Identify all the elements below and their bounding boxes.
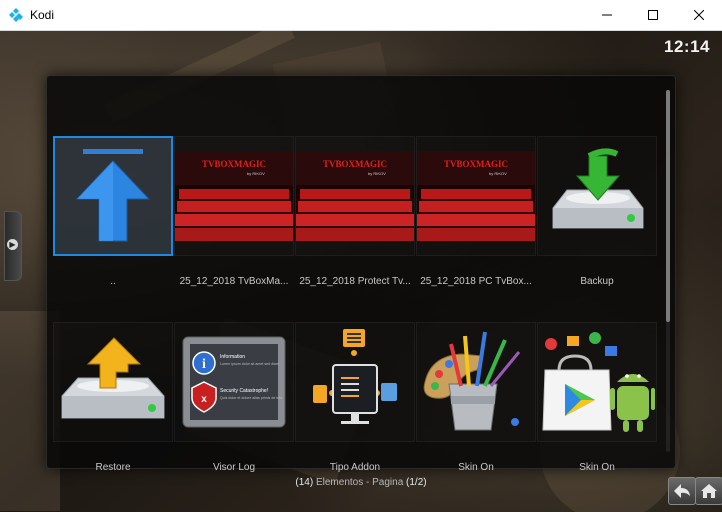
tile-art (537, 322, 657, 442)
home-button[interactable] (695, 477, 722, 505)
item-count: (14) (295, 477, 314, 488)
thumbnail-subtitle: by RIKOV (368, 171, 386, 176)
scrollbar-thumb[interactable] (666, 90, 670, 322)
grid-item-backup[interactable]: Backup (537, 136, 657, 308)
addon-type-icon (313, 329, 397, 424)
drive-download-icon (552, 148, 644, 229)
window-title: Kodi (30, 8, 55, 22)
tile-label: Visor Log (212, 462, 256, 473)
home-icon (701, 484, 717, 498)
paint-brushes-icon (423, 331, 521, 431)
maximize-button[interactable] (630, 0, 676, 30)
log-title-info: Information (220, 354, 245, 360)
grid-item-backup-file[interactable]: TVBOXMAGIC by RIKOV 25_12_2018 PC TvBox.… (416, 136, 536, 308)
tile-art (53, 136, 173, 256)
grid-item-backup-file[interactable]: TVBOXMAGIC by RIKOV 25_12_2018 TvBoxMa..… (174, 136, 294, 308)
back-arrow-icon (674, 484, 690, 498)
log-title-security: Security Catastrophe! (220, 388, 268, 394)
tile-art (416, 322, 536, 442)
tile-art (53, 322, 173, 442)
clock: 12:14 (664, 37, 710, 56)
back-button[interactable] (668, 477, 696, 505)
cinema-thumbnail: TVBOXMAGIC by RIKOV (175, 151, 293, 241)
thumbnail-subtitle: by RIKOV (247, 171, 265, 176)
drive-upload-icon (61, 337, 165, 419)
svg-text:x: x (201, 394, 207, 405)
svg-text:i: i (202, 357, 206, 372)
tile-art (295, 322, 415, 442)
tile-art: TVBOXMAGIC by RIKOV (174, 136, 294, 256)
maximize-icon (648, 10, 658, 20)
grid-item-skin-on[interactable]: Skin On (416, 322, 536, 494)
kodi-logo-icon (9, 8, 23, 22)
chevron-right-icon: ▶ (7, 239, 18, 250)
arrow-up-icon (75, 148, 151, 241)
grid-item-addon-type[interactable]: Tipo Addon (295, 322, 415, 494)
cinema-thumbnail: TVBOXMAGIC by RIKOV (296, 151, 414, 241)
page-indicator: (1/2) (406, 477, 427, 488)
tile-art: TVBOXMAGIC by RIKOV (416, 136, 536, 256)
tile-label: Skin On (579, 462, 615, 473)
log-viewer-icon: i Information Lorem ipsum dolor sit amet… (182, 336, 286, 428)
item-count-footer: (14) Elementos - Pagina (1/2) (0, 477, 722, 488)
tile-art: i Information Lorem ipsum dolor sit amet… (174, 322, 294, 442)
log-body-info: Lorem ipsum dolor sit amet sed diam (220, 362, 279, 366)
tile-label: Restore (95, 462, 131, 473)
tile-art (537, 136, 657, 256)
kodi-app-area: 12:14 ▶ .. TVBOXMAGIC by RIKOV 25_12_201… (0, 31, 722, 512)
item-count-label: Elementos - Pagina (313, 477, 407, 488)
thumbnail-title: TVBOXMAGIC (323, 159, 387, 169)
tile-label: .. (110, 276, 116, 287)
cinema-thumbnail: TVBOXMAGIC by RIKOV (417, 151, 535, 241)
close-button[interactable] (676, 0, 722, 30)
window-title-bar: Kodi (0, 0, 722, 31)
file-browser-panel: .. TVBOXMAGIC by RIKOV 25_12_2018 TvBoxM… (46, 75, 676, 473)
grid-item-backup-file[interactable]: TVBOXMAGIC by RIKOV 25_12_2018 Protect T… (295, 136, 415, 308)
tile-label: Tipo Addon (329, 462, 381, 473)
thumbnail-title: TVBOXMAGIC (444, 159, 508, 169)
minimize-icon (602, 14, 612, 16)
scrollbar[interactable] (666, 90, 670, 452)
tile-label: 25_12_2018 TvBoxMa... (179, 276, 289, 287)
tile-label: Skin On (458, 462, 494, 473)
play-store-bag-icon (542, 332, 655, 432)
tile-label: Backup (580, 276, 614, 287)
tile-art: TVBOXMAGIC by RIKOV (295, 136, 415, 256)
grid-item-parent-folder[interactable]: .. (53, 136, 173, 308)
close-icon (694, 10, 704, 20)
grid-item-skin-on[interactable]: Skin On (537, 322, 657, 494)
thumbnail-subtitle: by RIKOV (489, 171, 507, 176)
tile-label: 25_12_2018 PC TvBox... (420, 276, 532, 287)
log-body-security: Quis dolor et dolore alias primis de tut… (220, 396, 282, 400)
grid-item-restore[interactable]: Restore (53, 322, 173, 494)
grid-item-log-viewer[interactable]: i Information Lorem ipsum dolor sit amet… (174, 322, 294, 494)
minimize-button[interactable] (584, 0, 630, 30)
tile-label: 25_12_2018 Protect Tv... (299, 276, 411, 287)
side-menu-handle[interactable]: ▶ (4, 211, 22, 281)
thumbnail-title: TVBOXMAGIC (202, 159, 266, 169)
